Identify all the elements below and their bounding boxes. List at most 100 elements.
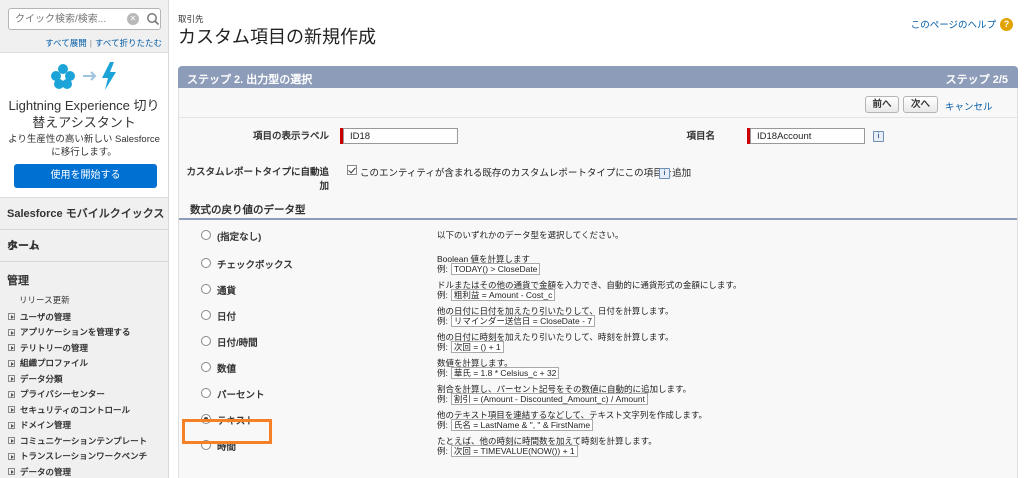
sidebar-item-release-update[interactable]: リリース更新	[19, 294, 70, 306]
help-link-label: このページのヘルプ	[910, 20, 996, 31]
quick-search-input[interactable]	[9, 9, 119, 29]
sidebar-item-privacy-center[interactable]: プライバシーセンター	[8, 387, 168, 403]
sidebar-item-communication-templates[interactable]: コミュニケーションテンプレート	[8, 433, 168, 449]
return-type-example: 例: 氏名 = LastName & ", " & FirstName	[437, 419, 594, 431]
expand-icon[interactable]	[8, 328, 15, 336]
auto-add-report-type-checkbox[interactable]	[347, 165, 357, 175]
previous-button[interactable]: 前へ	[865, 96, 899, 113]
expand-collapse-links: すべて展開 | すべて折りたたむ	[0, 37, 162, 49]
expand-icon[interactable]	[8, 359, 15, 367]
clear-icon[interactable]: ✕	[127, 13, 139, 25]
example-code: 次回 = () + 1	[450, 341, 504, 353]
sidebar-item-label: データ分類	[20, 373, 63, 384]
admin-menu-list: ユーザの管理 アプリケーションを管理する テリトリーの管理 組織プロファイル デ…	[8, 309, 168, 478]
sidebar-item-data-classification[interactable]: データ分類	[8, 371, 168, 387]
return-type-row-text[interactable]: テキスト 他のテキスト項目を連結するなどして、テキスト文字列を作成します。 例:…	[179, 408, 1017, 435]
return-type-row-none[interactable]: (指定なし) 以下のいずれかのデータ型を選択してください。	[179, 224, 1017, 251]
return-type-radio[interactable]	[201, 336, 211, 346]
wizard-button-row: 前へ 次へ キャンセル	[179, 88, 1017, 118]
next-button[interactable]: 次へ	[903, 96, 938, 113]
field-name-label: 項目名	[686, 131, 715, 142]
search-icon[interactable]	[146, 12, 160, 26]
example-code: 華氏 = 1.8 * Celsius_c + 32	[450, 367, 560, 379]
return-type-row-datetime[interactable]: 日付/時間 他の日付に時刻を加えたり引いたりして、時刻を計算します。 例: 次回 …	[179, 330, 1017, 357]
link-separator: |	[89, 38, 92, 48]
get-started-button[interactable]: 使用を開始する	[14, 164, 157, 188]
page-title: カスタム項目の新規作成	[178, 27, 376, 47]
return-type-radio[interactable]	[201, 388, 211, 398]
return-type-name: パーセント	[217, 390, 265, 401]
lightning-transition-panel: Lightning Experience 切り替えアシスタント より生産性の高い…	[0, 52, 168, 198]
return-type-example: 例: 粗利益 = Amount - Cost_c	[437, 289, 556, 301]
field-name-input[interactable]	[750, 128, 865, 144]
expand-icon[interactable]	[8, 406, 15, 414]
expand-icon[interactable]	[8, 313, 15, 321]
return-type-row-time[interactable]: 時間 たとえば、他の時刻に時間数を加えて時刻を計算します。 例: 次回 = TIM…	[179, 434, 1017, 461]
return-type-radio[interactable]	[201, 362, 211, 372]
sidebar-item-label: ドメイン管理	[20, 420, 72, 431]
return-type-row-currency[interactable]: 通貨 ドルまたはその他の通貨で金額を入力でき、自動的に通貨形式の金額にします。 …	[179, 278, 1017, 305]
expand-icon[interactable]	[8, 452, 15, 460]
sidebar-item-manage-users[interactable]: ユーザの管理	[8, 309, 168, 325]
return-type-radio[interactable]	[201, 310, 211, 320]
return-type-example: 例: 割引 = (Amount - Discounted_Amount_c) / …	[437, 393, 648, 405]
example-prefix: 例:	[437, 264, 448, 274]
expand-all-link[interactable]: すべて展開	[45, 38, 87, 48]
info-icon[interactable]: i	[873, 131, 884, 142]
field-label-input[interactable]	[343, 128, 458, 144]
expand-icon[interactable]	[8, 375, 15, 383]
expand-icon[interactable]	[8, 437, 15, 445]
step-title: ステップ 2. 出力型の選択	[187, 74, 313, 86]
return-type-example: 例: TODAY() > CloseDate	[437, 263, 541, 275]
help-icon[interactable]: ?	[1000, 17, 1013, 31]
example-prefix: 例:	[437, 368, 448, 378]
example-code: TODAY() > CloseDate	[450, 263, 541, 275]
sidebar: ✕ すべて展開|すべて折りたたむ Lightning Experience 切り…	[0, 0, 169, 478]
sidebar-item-label: アプリケーションを管理する	[20, 327, 131, 338]
return-type-name: 数値	[217, 364, 237, 375]
example-prefix: 例:	[437, 316, 448, 326]
example-prefix: 例:	[437, 420, 448, 430]
return-type-row-percent[interactable]: パーセント 割合を計算し、パーセント記号をその数値に自動的に追加します。 例: 割…	[179, 382, 1017, 409]
sidebar-item-translation-workbench[interactable]: トランスレーションワークベンチ	[8, 449, 168, 465]
return-type-radio[interactable]	[201, 258, 211, 268]
expand-icon[interactable]	[8, 421, 15, 429]
sidebar-item-home[interactable]: ホーム	[0, 230, 168, 262]
return-type-example: 例: 次回 = () + 1	[437, 341, 504, 353]
sidebar-item-mobile-quickstart[interactable]: Salesforce モバイルクイックスタート	[0, 198, 168, 252]
example-code: リマインダー送信日 = CloseDate - 7	[450, 315, 596, 327]
return-type-radio[interactable]	[201, 230, 211, 240]
return-type-example: 例: 次回 = TIMEVALUE(NOW()) + 1	[437, 445, 578, 457]
sidebar-item-label: データの管理	[20, 466, 72, 477]
sidebar-item-territory[interactable]: テリトリーの管理	[8, 340, 168, 356]
expand-icon[interactable]	[8, 468, 15, 476]
sidebar-item-domain-management[interactable]: ドメイン管理	[8, 418, 168, 434]
lightning-assistant-title: Lightning Experience 切り替えアシスタント	[8, 98, 160, 130]
cancel-link[interactable]: キャンセル	[945, 99, 993, 113]
example-prefix: 例:	[437, 446, 448, 456]
return-type-name: (指定なし)	[217, 232, 262, 243]
return-type-row-date[interactable]: 日付 他の日付に日付を加えたり引いたりして、日付を計算します。 例: リマインダー…	[179, 304, 1017, 331]
sidebar-item-data-management[interactable]: データの管理	[8, 464, 168, 478]
expand-icon[interactable]	[8, 344, 15, 352]
page-help-link[interactable]: このページのヘルプ ?	[911, 17, 1013, 31]
sidebar-item-company-profile[interactable]: 組織プロファイル	[8, 356, 168, 372]
sidebar-item-manage-apps[interactable]: アプリケーションを管理する	[8, 325, 168, 341]
expand-icon[interactable]	[8, 390, 15, 398]
info-icon[interactable]: i	[659, 168, 670, 179]
lightning-transition-icon	[51, 62, 116, 90]
wizard-panel: 前へ 次へ キャンセル 項目の表示ラベル 項目名 i カスタムレポートタイプに自…	[178, 88, 1018, 478]
example-prefix: 例:	[437, 290, 448, 300]
return-type-row-number[interactable]: 数値 数値を計算します。 例: 華氏 = 1.8 * Celsius_c + 32	[179, 356, 1017, 383]
collapse-all-link[interactable]: すべて折りたたむ	[95, 38, 162, 48]
sidebar-item-label: プライバシーセンター	[20, 389, 105, 400]
sidebar-item-security-controls[interactable]: セキュリティのコントロール	[8, 402, 168, 418]
example-code: 粗利益 = Amount - Cost_c	[450, 289, 556, 301]
lightning-assistant-description: より生産性の高い新しい Salesforce に移行します。	[8, 134, 160, 158]
return-type-row-checkbox[interactable]: チェックボックス Boolean 値を計算します 例: TODAY() > Clo…	[179, 252, 1017, 279]
quick-search-box[interactable]: ✕	[8, 8, 161, 30]
return-type-name: チェックボックス	[217, 260, 293, 271]
return-type-section-title: 数式の戻り値のデータ型	[179, 202, 1017, 220]
return-type-radio[interactable]	[201, 284, 211, 294]
auto-add-report-type-text: このエンティティが含まれる既存のカスタムレポートタイプにこの項目を追加	[360, 168, 692, 179]
